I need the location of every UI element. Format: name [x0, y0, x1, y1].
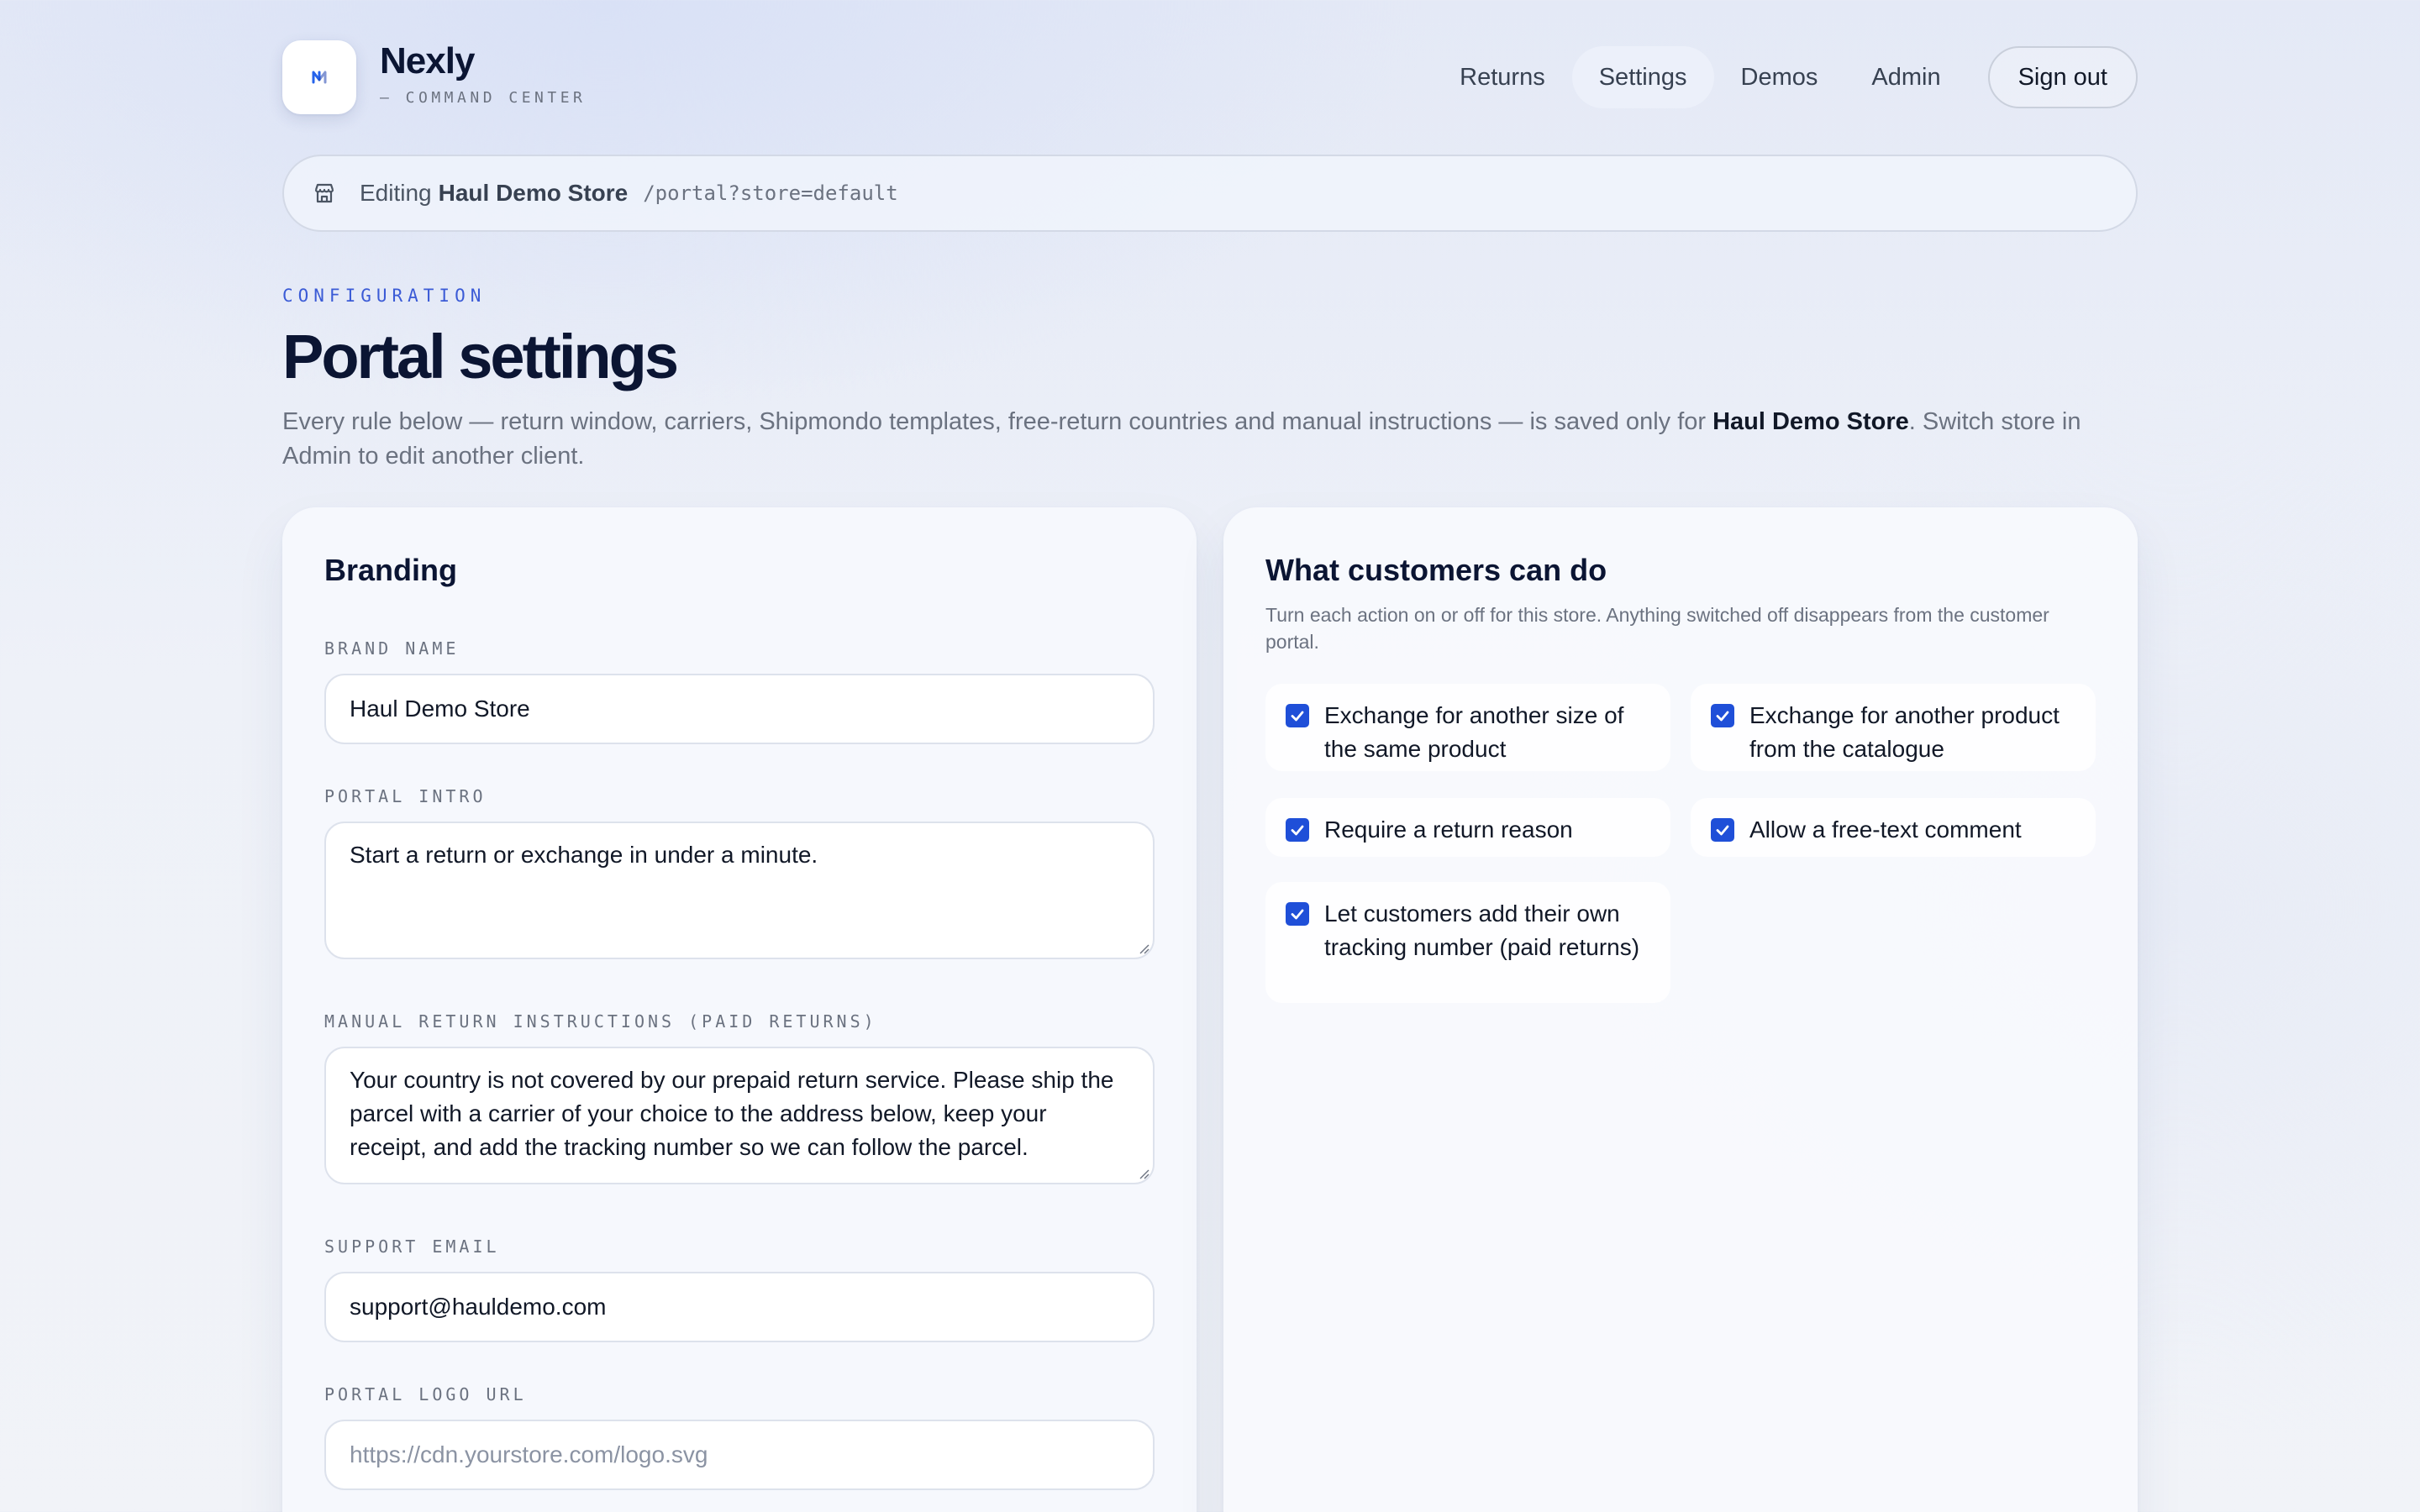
option-exchange-size[interactable]: Exchange for another size of the same pr…: [1265, 684, 1670, 771]
support-email-label: SUPPORT EMAIL: [324, 1236, 500, 1257]
manual-instructions-textarea[interactable]: Your country is not covered by our prepa…: [324, 1047, 1155, 1184]
store-context-bar: Editing Haul Demo Store /portal?store=de…: [282, 155, 2138, 232]
portal-intro-textarea[interactable]: Start a return or exchange in under a mi…: [324, 822, 1155, 959]
editing-label: Editing: [360, 180, 432, 206]
checkbox[interactable]: [1286, 818, 1309, 842]
logo-url-input[interactable]: https://cdn.yourstore.com/logo.svg: [324, 1420, 1155, 1490]
actions-description: Turn each action on or off for this stor…: [1265, 604, 2049, 653]
option-require-reason[interactable]: Require a return reason: [1265, 798, 1670, 857]
option-own-tracking-number[interactable]: Let customers add their own tracking num…: [1265, 882, 1670, 1003]
option-label: Allow a free-text comment: [1749, 816, 2022, 843]
portal-intro-value: Start a return or exchange in under a mi…: [350, 842, 818, 868]
actions-title: What customers can do: [1265, 553, 1607, 587]
branding-card: Branding BRAND NAME Haul Demo Store PORT…: [282, 507, 1197, 1512]
store-icon: [314, 183, 334, 203]
manual-instructions-label: MANUAL RETURN INSTRUCTIONS (PAID RETURNS…: [324, 1011, 877, 1032]
resize-grip-icon[interactable]: [1138, 1168, 1150, 1179]
brand-name: Nexly: [380, 40, 475, 81]
checkmark-icon: [1291, 909, 1304, 920]
customer-actions-card: What customers can do Turn each action o…: [1223, 507, 2138, 1512]
nav-demos[interactable]: Demos: [1714, 46, 1845, 108]
option-label: Exchange for another product from the ca…: [1749, 702, 2060, 762]
page-desc-store: Haul Demo Store: [1712, 408, 1909, 435]
sign-out-button[interactable]: Sign out: [1987, 46, 2138, 108]
page-title: Portal settings: [282, 322, 679, 391]
top-header: Nexly — COMMAND CENTER Returns Settings …: [282, 39, 2138, 116]
page-desc-before: Every rule below — return window, carrie…: [282, 408, 1713, 435]
resize-grip-icon[interactable]: [1138, 942, 1150, 954]
nav-returns[interactable]: Returns: [1433, 46, 1572, 108]
portal-intro-label: PORTAL INTRO: [324, 786, 487, 806]
checkbox[interactable]: [1286, 704, 1309, 727]
nexly-logo-icon: [312, 71, 327, 84]
option-label: Exchange for another size of the same pr…: [1324, 702, 1624, 762]
logo-badge[interactable]: [282, 40, 356, 114]
checkbox[interactable]: [1286, 902, 1309, 926]
option-free-text-comment[interactable]: Allow a free-text comment: [1691, 798, 2096, 857]
section-eyebrow: CONFIGURATION: [282, 286, 487, 306]
checkmark-icon: [1291, 711, 1304, 722]
editing-store-path: /portal?store=default: [643, 181, 898, 205]
nav-admin[interactable]: Admin: [1844, 46, 1967, 108]
page-description: Every rule below — return window, carrie…: [282, 405, 2138, 474]
checkmark-icon: [1716, 711, 1729, 722]
option-label: Let customers add their own tracking num…: [1324, 900, 1640, 960]
brand-name-input[interactable]: Haul Demo Store: [324, 674, 1155, 744]
nav-settings[interactable]: Settings: [1571, 46, 1714, 108]
option-exchange-product[interactable]: Exchange for another product from the ca…: [1691, 684, 2096, 771]
checkbox[interactable]: [1711, 704, 1734, 727]
brand-name-label: BRAND NAME: [324, 638, 460, 659]
branding-title: Branding: [324, 553, 457, 587]
logo-url-label: PORTAL LOGO URL: [324, 1384, 527, 1404]
main-nav: Returns Settings Demos Admin Sign out: [1433, 46, 2138, 108]
option-label: Require a return reason: [1324, 816, 1573, 843]
checkbox[interactable]: [1711, 818, 1734, 842]
checkmark-icon: [1291, 825, 1304, 836]
editing-store-name: Haul Demo Store: [438, 180, 629, 206]
brand-tagline: — COMMAND CENTER: [380, 89, 587, 107]
checkmark-icon: [1716, 825, 1729, 836]
manual-instructions-value: Your country is not covered by our prepa…: [350, 1067, 1114, 1160]
support-email-input[interactable]: support@hauldemo.com: [324, 1272, 1155, 1342]
